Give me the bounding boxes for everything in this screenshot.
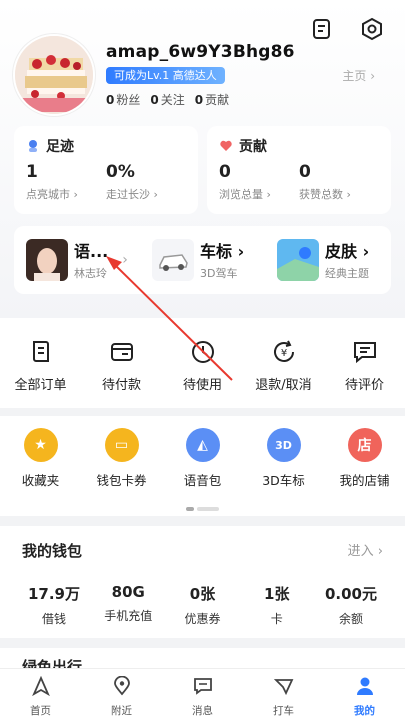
favorites-button[interactable]: ★ 收藏夹	[6, 428, 76, 516]
username: amap_6w9Y3Bhg86	[106, 42, 295, 62]
message-board-icon[interactable]	[309, 16, 335, 42]
3d-icon: 3D	[266, 428, 301, 462]
tab-nearby[interactable]: 附近	[81, 669, 162, 720]
store-icon: 店	[347, 428, 382, 462]
avatar[interactable]	[13, 34, 95, 116]
page-indicator	[186, 507, 219, 511]
page-dot-active	[186, 507, 194, 511]
contribution-card[interactable]: 贡献 0 浏览总量 › 0 获赞总数 ›	[207, 126, 391, 214]
my-store-button[interactable]: 店 我的店铺	[330, 428, 400, 516]
level-badge[interactable]: 可成为Lv.1 高德达人	[106, 67, 225, 84]
footprint-card[interactable]: 足迹 1 点亮城市 › 0% 走过长沙 ›	[14, 126, 198, 214]
pending-review-button[interactable]: 待评价	[330, 336, 400, 408]
svg-text:¥: ¥	[280, 348, 286, 359]
footprint-icon	[29, 140, 37, 152]
refund-cancel-button[interactable]: ¥ 退款/取消	[249, 336, 319, 408]
following-stat[interactable]: 0 关注	[150, 91, 184, 108]
shortcut-row: 语... 林志玲 › 车标 › 3D驾车 皮肤 › 经典主题	[14, 226, 391, 294]
star-icon: ★	[23, 428, 58, 462]
wallet-enter-link[interactable]: 进入 ›	[348, 540, 383, 561]
order-list-icon	[32, 341, 49, 362]
contribution-stat[interactable]: 0 贡献	[195, 91, 229, 108]
tab-taxi[interactable]: 打车	[243, 669, 324, 720]
contribution-title: 贡献	[219, 136, 379, 156]
settings-icon[interactable]	[359, 16, 385, 42]
all-orders-button[interactable]: 全部订单	[6, 336, 76, 408]
tab-messages[interactable]: 消息	[162, 669, 243, 720]
city-walked-stat[interactable]: 0% 走过长沙 ›	[106, 162, 186, 202]
tab-me[interactable]: 我的	[324, 669, 405, 720]
lit-cities-stat[interactable]: 1 点亮城市 ›	[26, 162, 106, 202]
car-logo-shortcut[interactable]: 车标 › 3D驾车	[152, 238, 244, 281]
service-section: ★ 收藏夹 ▭ 钱包卡券 ◭ 语音包 3D 3D车标 店 我的店铺	[0, 416, 405, 516]
order-section: 全部订单 待付款 待使用 ¥ 退款/取消 待评价	[0, 318, 405, 408]
profile-home-link[interactable]: 主页 ›	[342, 67, 375, 84]
wallet-coupons-button[interactable]: ▭ 钱包卡券	[87, 428, 157, 516]
wallet-coupons[interactable]: 0张 优惠券	[171, 583, 235, 627]
card-icon: ▭	[104, 428, 139, 462]
voice-pack-shortcut[interactable]: 语... 林志玲 ›	[26, 238, 128, 281]
wallet-title: 我的钱包	[22, 542, 83, 560]
page-dot	[197, 507, 219, 511]
wallet-phone-topup[interactable]: 80G 手机充值	[96, 583, 160, 627]
voice-avatar	[26, 238, 68, 281]
wallet-icon	[110, 343, 133, 361]
wallet-loan[interactable]: 17.9万 借钱	[22, 583, 86, 627]
wallet-cards[interactable]: 1张卡	[245, 583, 309, 627]
chevron-right-icon: ›	[122, 251, 128, 268]
comment-icon	[353, 342, 376, 364]
pending-use-button[interactable]: 待使用	[168, 336, 238, 408]
heart-icon	[220, 140, 232, 151]
voice-icon: ◭	[185, 428, 220, 462]
tab-home[interactable]: 首页	[0, 669, 81, 720]
map-skin-icon	[277, 238, 319, 281]
voice-pack-button[interactable]: ◭ 语音包	[168, 428, 238, 516]
wallet-balance[interactable]: 0.00元 余额	[319, 583, 383, 627]
3d-car-logo-button[interactable]: 3D 3D车标	[249, 428, 319, 516]
navigation-arrow-icon	[31, 675, 50, 697]
car-icon	[152, 238, 194, 281]
views-stat[interactable]: 0 浏览总量 ›	[219, 162, 299, 202]
message-icon	[193, 678, 212, 695]
skin-shortcut[interactable]: 皮肤 › 经典主题	[277, 238, 369, 281]
pending-payment-button[interactable]: 待付款	[87, 336, 157, 408]
likes-stat[interactable]: 0 获赞总数 ›	[299, 162, 379, 202]
bottom-tab-bar: 首页 附近 消息 打车 我的	[0, 668, 405, 720]
refund-icon: ¥	[273, 340, 294, 362]
footprint-title: 足迹	[26, 136, 186, 156]
user-icon	[356, 677, 373, 695]
taxi-icon	[273, 679, 293, 696]
clock-icon	[191, 341, 214, 363]
followers-stat[interactable]: 0 粉丝	[106, 91, 140, 108]
social-stats: 0 粉丝 0 关注 0 贡献	[106, 91, 229, 108]
wallet-section: 我的钱包 进入 › 17.9万 借钱 80G 手机充值 0张 优惠券 1张卡 0.00…	[0, 526, 405, 638]
top-actions	[309, 16, 385, 42]
location-pin-icon	[113, 675, 130, 696]
